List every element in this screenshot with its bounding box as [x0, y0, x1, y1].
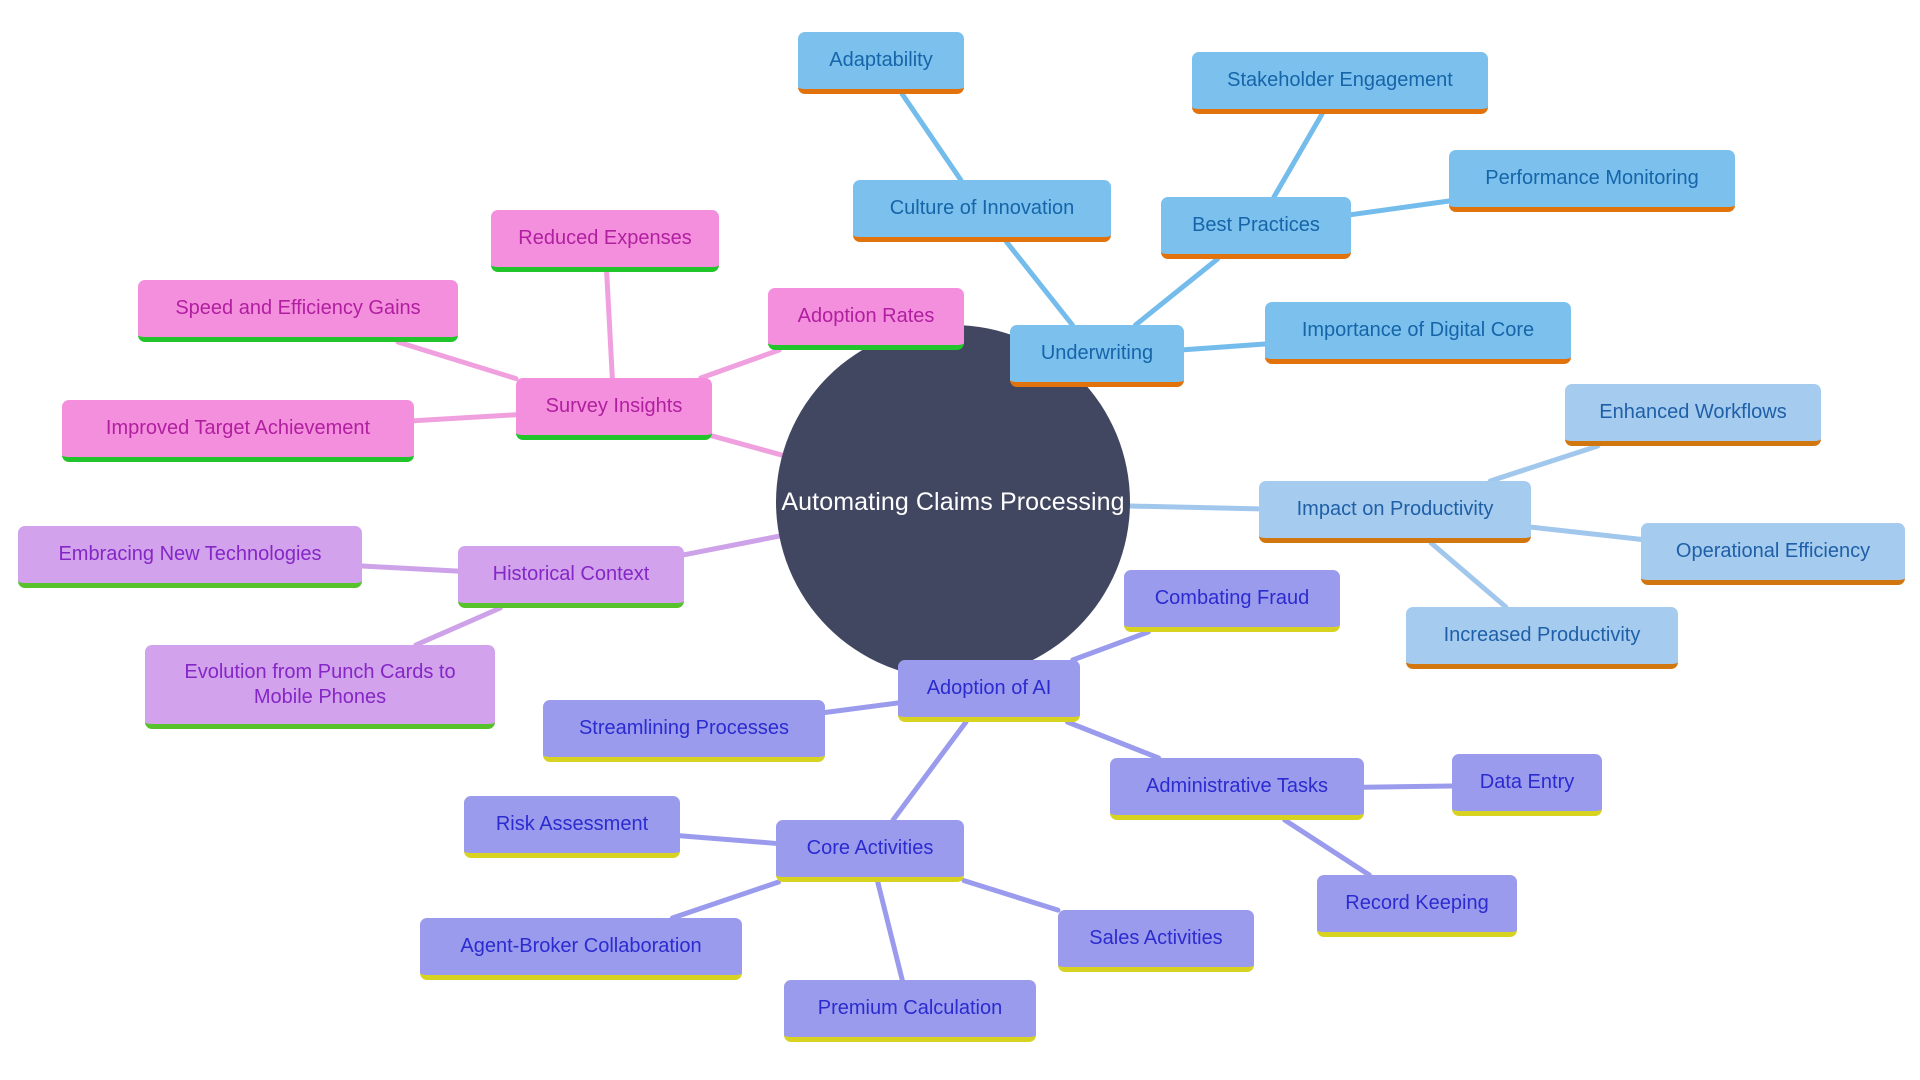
edge-impact-on-productivity-to-enhanced-workflows — [1487, 443, 1601, 484]
edge-adoption-of-ai-to-streamlining-processes — [822, 700, 901, 716]
node-combating-fraud[interactable]: Combating Fraud — [1124, 570, 1340, 632]
edge-core-activities-to-agent-broker-collaboration — [669, 879, 782, 921]
node-label-administrative-tasks: Administrative Tasks — [1146, 775, 1328, 798]
edge-historical-context-to-evolution-from-punch-cards — [413, 605, 503, 648]
node-improved-target-achievement[interactable]: Improved Target Achievement — [62, 400, 414, 462]
node-historical-context[interactable]: Historical Context — [458, 546, 684, 608]
edge-underwriting-to-importance-of-digital-core — [1181, 341, 1268, 353]
node-importance-of-digital-core[interactable]: Importance of Digital Core — [1265, 302, 1571, 364]
edge-core-activities-to-premium-calculation — [875, 879, 905, 983]
node-adaptability[interactable]: Adaptability — [798, 32, 964, 94]
edge-core-activities-to-risk-assessment — [677, 833, 779, 846]
node-label-adoption-of-ai: Adoption of AI — [926, 677, 1052, 700]
node-sales-activities[interactable]: Sales Activities — [1058, 910, 1254, 972]
edge-survey-insights-to-adoption-rates — [698, 347, 782, 381]
edge-impact-on-productivity-to-operational-efficiency — [1528, 524, 1644, 542]
node-agent-broker-collaboration[interactable]: Agent-Broker Collaboration — [420, 918, 742, 980]
node-label-premium-calculation: Premium Calculation — [817, 997, 1003, 1020]
node-label-stakeholder-engagement: Stakeholder Engagement — [1227, 69, 1453, 92]
edge-adoption-of-ai-to-core-activities — [890, 719, 969, 823]
node-label-embracing-new-technologies: Embracing New Technologies — [58, 543, 322, 566]
node-enhanced-workflows[interactable]: Enhanced Workflows — [1565, 384, 1821, 446]
edge-impact-on-productivity-to-increased-productivity — [1428, 540, 1509, 610]
node-culture-of-innovation[interactable]: Culture of Innovation — [853, 180, 1111, 242]
node-data-entry[interactable]: Data Entry — [1452, 754, 1602, 816]
node-label-risk-assessment: Risk Assessment — [495, 813, 649, 836]
node-label-streamlining-processes: Streamlining Processes — [578, 717, 790, 740]
node-label-speed-and-efficiency-gains: Speed and Efficiency Gains — [175, 297, 421, 320]
node-label-survey-insights: Survey Insights — [545, 395, 683, 418]
node-label-underwriting: Underwriting — [1040, 342, 1154, 365]
node-label-evolution-from-punch-cards: Evolution from Punch Cards to Mobile Pho… — [184, 661, 456, 708]
node-label-enhanced-workflows: Enhanced Workflows — [1599, 401, 1787, 424]
edge-underwriting-to-best-practices — [1133, 256, 1220, 328]
node-label-operational-efficiency: Operational Efficiency — [1675, 540, 1871, 563]
edge-ROOT-to-survey-insights — [709, 433, 785, 458]
edge-best-practices-to-performance-monitoring — [1348, 198, 1452, 218]
edge-underwriting-to-culture-of-innovation — [1004, 239, 1075, 328]
edge-administrative-tasks-to-record-keeping — [1282, 817, 1372, 878]
root-node-label: Automating Claims Processing — [781, 487, 1125, 516]
node-record-keeping[interactable]: Record Keeping — [1317, 875, 1517, 937]
node-operational-efficiency[interactable]: Operational Efficiency — [1641, 523, 1905, 585]
edge-adoption-of-ai-to-administrative-tasks — [1064, 719, 1162, 761]
node-label-adaptability: Adaptability — [829, 49, 933, 72]
edge-ROOT-to-impact-on-productivity — [1127, 503, 1262, 512]
node-label-increased-productivity: Increased Productivity — [1443, 624, 1641, 647]
node-label-culture-of-innovation: Culture of Innovation — [889, 197, 1075, 220]
node-label-best-practices: Best Practices — [1192, 214, 1320, 237]
node-label-improved-target-achievement: Improved Target Achievement — [105, 417, 371, 440]
node-label-record-keeping: Record Keeping — [1345, 892, 1489, 915]
edge-administrative-tasks-to-data-entry — [1361, 783, 1455, 790]
node-best-practices[interactable]: Best Practices — [1161, 197, 1351, 259]
edge-survey-insights-to-reduced-expenses — [604, 269, 615, 381]
node-speed-and-efficiency-gains[interactable]: Speed and Efficiency Gains — [138, 280, 458, 342]
node-increased-productivity[interactable]: Increased Productivity — [1406, 607, 1678, 669]
node-core-activities[interactable]: Core Activities — [776, 820, 964, 882]
edge-historical-context-to-embracing-new-technologies — [359, 563, 461, 574]
edge-core-activities-to-sales-activities — [961, 878, 1061, 913]
node-label-reduced-expenses: Reduced Expenses — [518, 227, 692, 250]
node-streamlining-processes[interactable]: Streamlining Processes — [543, 700, 825, 762]
node-impact-on-productivity[interactable]: Impact on Productivity — [1259, 481, 1531, 543]
node-underwriting[interactable]: Underwriting — [1010, 325, 1184, 387]
node-performance-monitoring[interactable]: Performance Monitoring — [1449, 150, 1735, 212]
edge-ROOT-to-historical-context — [681, 533, 782, 558]
node-premium-calculation[interactable]: Premium Calculation — [784, 980, 1036, 1042]
node-label-performance-monitoring: Performance Monitoring — [1485, 167, 1699, 190]
node-label-importance-of-digital-core: Importance of Digital Core — [1301, 319, 1535, 342]
node-label-combating-fraud: Combating Fraud — [1154, 587, 1310, 610]
node-evolution-from-punch-cards[interactable]: Evolution from Punch Cards to Mobile Pho… — [145, 645, 495, 729]
node-adoption-rates[interactable]: Adoption Rates — [768, 288, 964, 350]
edge-best-practices-to-stakeholder-engagement — [1271, 111, 1325, 200]
node-reduced-expenses[interactable]: Reduced Expenses — [491, 210, 719, 272]
node-label-core-activities: Core Activities — [806, 837, 934, 860]
node-survey-insights[interactable]: Survey Insights — [516, 378, 712, 440]
node-risk-assessment[interactable]: Risk Assessment — [464, 796, 680, 858]
mindmap-canvas: Automating Claims Processing Underwritin… — [0, 0, 1920, 1080]
node-adoption-of-ai[interactable]: Adoption of AI — [898, 660, 1080, 722]
edge-culture-of-innovation-to-adaptability — [899, 91, 964, 183]
node-label-agent-broker-collaboration: Agent-Broker Collaboration — [460, 935, 702, 958]
edge-adoption-of-ai-to-combating-fraud — [1070, 629, 1151, 663]
node-label-historical-context: Historical Context — [492, 563, 650, 586]
node-label-impact-on-productivity: Impact on Productivity — [1296, 498, 1494, 521]
node-administrative-tasks[interactable]: Administrative Tasks — [1110, 758, 1364, 820]
node-label-data-entry: Data Entry — [1479, 771, 1575, 794]
edge-survey-insights-to-improved-target-achievement — [411, 412, 519, 424]
node-stakeholder-engagement[interactable]: Stakeholder Engagement — [1192, 52, 1488, 114]
edge-survey-insights-to-speed-and-efficiency-gains — [395, 339, 519, 382]
node-label-adoption-rates: Adoption Rates — [797, 305, 935, 328]
node-label-sales-activities: Sales Activities — [1089, 927, 1223, 950]
node-embracing-new-technologies[interactable]: Embracing New Technologies — [18, 526, 362, 588]
